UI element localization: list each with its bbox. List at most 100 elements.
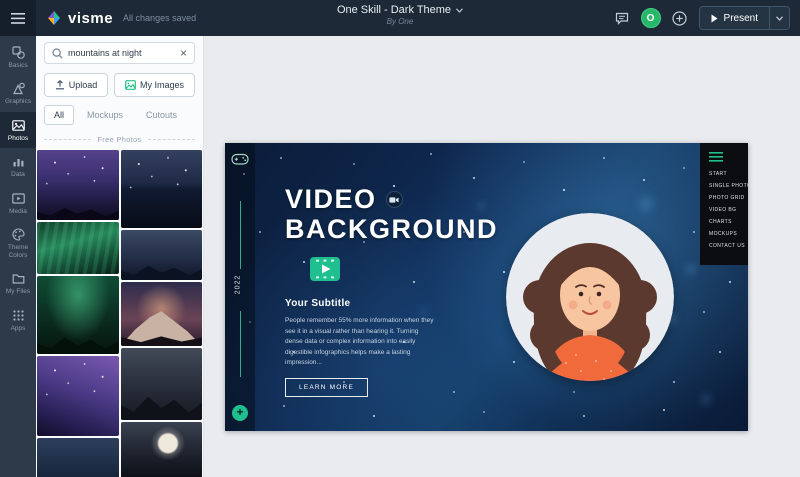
photo-thumbnail[interactable] [37,356,119,436]
document-header: One Skill - Dark Theme By One [337,4,463,26]
document-title[interactable]: One Skill - Dark Theme [337,4,463,16]
learn-more-button[interactable]: LEARN MORE [285,378,368,398]
upload-label: Upload [68,80,98,90]
plus-circle-icon [672,10,687,26]
photo-thumbnail[interactable] [37,222,119,274]
slide-title[interactable]: VIDEO BACKGROUND [285,184,510,244]
photo-thumbnail[interactable] [120,348,202,420]
slide-menu-item[interactable]: CONTACT US [709,243,748,249]
slide-menu-item[interactable]: PHOTO GRID [709,195,748,201]
chevron-down-icon [456,7,463,13]
hamburger-icon [11,12,25,24]
portrait-illustration[interactable] [506,213,674,381]
search-input[interactable] [68,48,175,58]
top-bar: visme All changes saved One Skill - Dark… [0,0,800,36]
sidebar-item-apps[interactable]: Apps [0,302,36,338]
user-avatar[interactable]: O [640,8,661,28]
photo-thumbnail[interactable] [37,438,119,477]
photo-thumbnail[interactable] [120,150,202,228]
slide-left-strip: 2022 [225,143,255,431]
present-label: Present [723,12,758,24]
visme-editor: visme All changes saved One Skill - Dark… [0,0,800,477]
photo-thumbnail[interactable] [120,282,202,346]
play-icon [711,14,718,22]
slide-body-text[interactable]: People remember 55% more information whe… [285,316,435,368]
sidebar-item-basics[interactable]: Basics [0,39,36,75]
photo-thumbnail[interactable] [120,230,202,280]
video-camera-icon [389,197,399,203]
chevron-down-icon [776,15,783,21]
upload-icon [55,80,64,90]
slide-subtitle[interactable]: Your Subtitle [285,298,510,309]
data-icon [13,159,23,167]
photo-filter-tab[interactable]: Cutouts [136,105,187,125]
invite-collaborator-button[interactable] [669,7,691,29]
slide-content: VIDEO BACKGROUND Your Subtitle People re… [285,184,510,398]
photo-filter-tab[interactable]: Mockups [77,105,133,125]
photo-filter-tabs: All Mockups Cutouts [44,105,195,125]
photos-icon [11,120,25,131]
basics-icon [11,46,25,59]
document-author: By One [386,17,414,26]
photo-column-right [120,150,202,477]
search-icon [52,47,63,59]
apps-icon [12,310,24,321]
graphics-icon [12,83,25,95]
slide-menu-item[interactable]: VIDEO BG [709,207,748,213]
photo-grid [36,150,203,477]
slide-menu-item[interactable]: CHARTS [709,219,748,225]
search-box [44,42,195,64]
video-play-icon[interactable] [310,257,340,282]
upload-button[interactable]: Upload [44,73,108,97]
photo-thumbnail[interactable] [120,422,202,477]
sidebar-item-data[interactable]: Data [0,148,36,184]
avatar-initial: O [646,12,655,24]
sidebar-item-theme-colors[interactable]: Theme Colors [0,221,36,265]
sidebar-item-media[interactable]: Media [0,185,36,221]
slide-menu-list: START SINGLE PHOTO PHOTO GRID VIDEO BG C… [700,171,748,249]
slide-menu-item[interactable]: START [709,171,748,177]
topbar-actions: O Present [611,6,800,30]
woman-illustration [506,213,674,381]
sidebar-item-photos[interactable]: Photos [0,111,36,149]
slide-title-line2: BACKGROUND [285,213,498,244]
slide-nav-menu: START SINGLE PHOTO PHOTO GRID VIDEO BG C… [700,143,748,265]
my-images-button[interactable]: My Images [114,73,195,97]
section-label: Free Photos [97,135,142,144]
present-button[interactable]: Present [699,7,769,29]
media-icon [11,193,25,204]
sidebar-item-my-files[interactable]: My Files [0,265,36,301]
section-divider: Free Photos [44,135,195,144]
main-menu-button[interactable] [0,0,36,36]
present-options-button[interactable] [769,7,789,29]
sidebar-item-graphics[interactable]: Graphics [0,75,36,111]
visme-logo[interactable]: visme [36,10,123,27]
timeline-year: 2022 [234,274,242,295]
video-camera-badge [385,191,403,209]
timeline-line [240,201,241,269]
save-status: All changes saved [123,13,197,23]
document-title-text: One Skill - Dark Theme [336,4,452,16]
photo-filter-tab[interactable]: All [44,105,75,125]
photo-thumbnail[interactable] [37,150,119,220]
my-files-icon [12,274,24,284]
slide-menu-hamburger-icon[interactable] [709,152,723,162]
comments-button[interactable] [611,7,633,29]
photo-thumbnail[interactable] [37,276,119,354]
canvas-area[interactable]: 2022 VIDEO BACKGROUND Your Subtitle Peo [204,36,800,477]
clear-search-icon[interactable] [180,47,187,59]
my-images-label: My Images [139,80,184,90]
comment-icon [615,12,628,25]
photo-column-left [37,150,119,477]
slide-menu-item[interactable]: SINGLE PHOTO [709,183,748,189]
gamepad-icon [231,153,249,165]
timeline-line [240,311,241,377]
left-icon-rail: Basics Graphics Photos Data Media Theme … [0,36,36,477]
slide-menu-item[interactable]: MOCKUPS [709,231,748,237]
slide-title-line1: VIDEO [285,184,377,214]
theme-colors-icon [12,228,25,241]
panel-buttons: Upload My Images [44,73,195,97]
slide-canvas[interactable]: 2022 VIDEO BACKGROUND Your Subtitle Peo [225,143,748,431]
add-slide-element-button[interactable] [232,405,248,421]
photos-panel: Upload My Images All Mockups Cutouts Fre… [36,36,204,477]
